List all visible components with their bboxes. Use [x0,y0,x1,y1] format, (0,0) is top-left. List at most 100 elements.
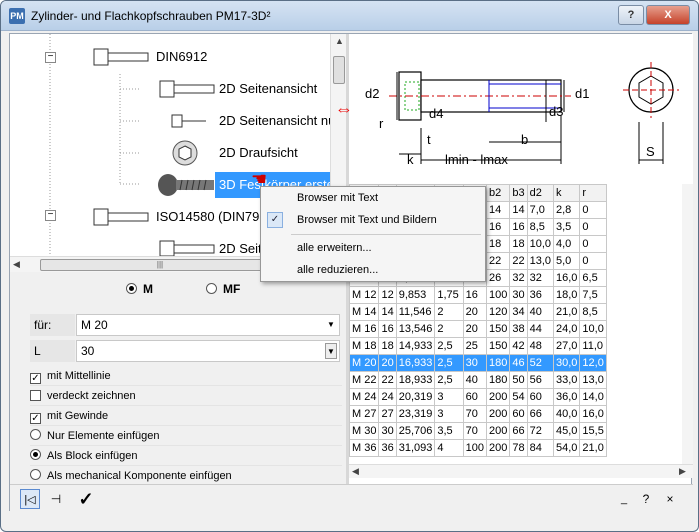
table-cell[interactable]: 21,0 [579,439,607,457]
table-cell[interactable]: 36,0 [552,388,581,406]
table-cell[interactable]: 45,0 [552,422,581,440]
table-cell[interactable]: 20 [378,354,397,372]
table-cell[interactable]: M 22 [349,371,380,389]
scroll-left-icon[interactable]: ◀ [13,259,20,270]
table-cell[interactable]: 16 [462,286,487,304]
table-row[interactable]: M 36 36 31,093 4 100 200 78 84 54,0 21,0 [349,439,607,457]
table-cell[interactable]: 32 [509,269,528,287]
table-cell[interactable]: 25 [462,337,487,355]
help-button[interactable]: ? [618,5,644,25]
table-cell[interactable]: 34 [509,303,528,321]
table-cell[interactable]: 84 [526,439,555,457]
checkbox-mittellinie[interactable]: ✓ [30,373,41,384]
length-select[interactable]: 30 ▼ [76,340,340,362]
table-cell[interactable]: 14 [509,201,528,219]
table-cell[interactable]: 40 [526,303,555,321]
table-cell[interactable]: 30 [462,354,487,372]
table-cell[interactable]: 14 [378,303,397,321]
chevron-down-icon[interactable]: ▼ [325,317,337,333]
table-row[interactable]: M 30 30 25,706 3,5 70 200 66 72 45,0 15,5 [349,422,607,440]
table-cell[interactable]: 200 [485,405,511,423]
table-cell[interactable]: 56 [526,371,555,389]
table-row[interactable]: M 14 14 11,546 2 20 120 34 40 21,0 8,5 [349,303,607,321]
table-cell[interactable]: 72 [526,422,555,440]
close-icon[interactable]: × [660,489,680,509]
table-cell[interactable]: 42 [509,337,528,355]
scroll-up-icon[interactable]: ▲ [335,36,344,46]
table-cell[interactable]: 40 [462,371,487,389]
table-cell[interactable]: 3 [434,388,464,406]
table-cell[interactable]: 0 [579,235,607,253]
table-cell[interactable]: M 27 [349,405,380,423]
option-nur-elemente[interactable]: Nur Elemente einfügen [30,426,342,446]
table-cell[interactable]: 8,5 [526,218,555,236]
table-cell[interactable]: 11,0 [579,337,607,355]
table-cell[interactable]: 10,0 [579,320,607,338]
table-cell[interactable]: 60 [509,405,528,423]
radio-nur-elemente[interactable] [30,429,41,440]
close-button[interactable]: X [646,5,690,25]
table-cell[interactable]: 70 [462,405,487,423]
table-cell[interactable]: 66 [509,422,528,440]
table-cell[interactable]: 13,0 [579,371,607,389]
table-vertical-scrollbar[interactable] [682,184,693,464]
table-cell[interactable]: 18 [378,337,397,355]
option-mit-mittellinie[interactable]: ✓ mit Mittellinie [30,366,342,386]
table-cell[interactable]: 13,0 [526,252,555,270]
table-cell[interactable]: 18 [485,235,511,253]
table-cell[interactable]: 30 [378,422,397,440]
table-cell[interactable]: 16 [509,218,528,236]
table-row[interactable]: M 20 20 16,933 2,5 30 180 46 52 30,0 12,0 [349,354,607,372]
table-cell[interactable]: 16 [485,218,511,236]
table-cell[interactable]: 33,0 [552,371,581,389]
table-cell[interactable]: 12 [378,286,397,304]
resize-arrows-icon[interactable]: ⇔ [335,99,353,120]
table-cell[interactable]: 18,0 [552,286,581,304]
table-cell[interactable]: 150 [485,337,511,355]
tree-hscroll-thumb[interactable]: ||| [40,259,280,271]
table-cell[interactable]: 60 [526,388,555,406]
table-cell[interactable]: 36 [526,286,555,304]
table-cell[interactable]: 70 [462,422,487,440]
pin-icon[interactable]: ⊣ [46,489,66,509]
table-cell[interactable]: 52 [526,354,555,372]
table-cell[interactable]: 1,75 [434,286,464,304]
tree-vscroll-thumb[interactable] [333,56,345,84]
table-cell[interactable]: 25,706 [395,422,436,440]
table-cell[interactable]: 46 [509,354,528,372]
table-cell[interactable]: 9,853 [395,286,436,304]
table-cell[interactable]: 4,0 [552,235,581,253]
table-cell[interactable]: 20 [462,320,487,338]
radio-m[interactable]: M [126,282,153,302]
table-cell[interactable]: 31,093 [395,439,436,457]
table-cell[interactable]: 21,0 [552,303,581,321]
tree-item-iso14580[interactable]: ISO14580 (DIN7984 [156,204,274,230]
option-mit-gewinde[interactable]: ✓ mit Gewinde [30,406,342,426]
table-cell[interactable]: 14,0 [579,388,607,406]
table-cell[interactable]: 3 [434,405,464,423]
minimize-icon[interactable]: _ [614,489,634,509]
table-cell[interactable]: 22 [378,371,397,389]
table-cell[interactable]: 13,546 [395,320,436,338]
table-cell[interactable]: 14,933 [395,337,436,355]
table-header-cell[interactable]: d2 [526,184,555,202]
table-cell[interactable]: M 16 [349,320,380,338]
table-cell[interactable]: 180 [485,371,511,389]
table-row[interactable]: M 18 18 14,933 2,5 25 150 42 48 27,0 11,0 [349,337,607,355]
table-cell[interactable]: M 24 [349,388,380,406]
table-cell[interactable]: 24,0 [552,320,581,338]
table-cell[interactable]: 54 [509,388,528,406]
table-cell[interactable]: 180 [485,354,511,372]
table-cell[interactable]: 11,546 [395,303,436,321]
table-cell[interactable]: 7,5 [579,286,607,304]
table-cell[interactable]: 100 [462,439,487,457]
table-horizontal-scrollbar[interactable]: ◀ ▶ [349,464,693,478]
table-cell[interactable]: 36 [378,439,397,457]
table-cell[interactable]: M 12 [349,286,380,304]
radio-m-indicator[interactable] [126,283,137,294]
table-cell[interactable]: 3,5 [434,422,464,440]
table-cell[interactable]: 30 [509,286,528,304]
table-cell[interactable]: 16,0 [579,405,607,423]
table-cell[interactable]: 48 [526,337,555,355]
table-header-cell[interactable]: r [579,184,607,202]
